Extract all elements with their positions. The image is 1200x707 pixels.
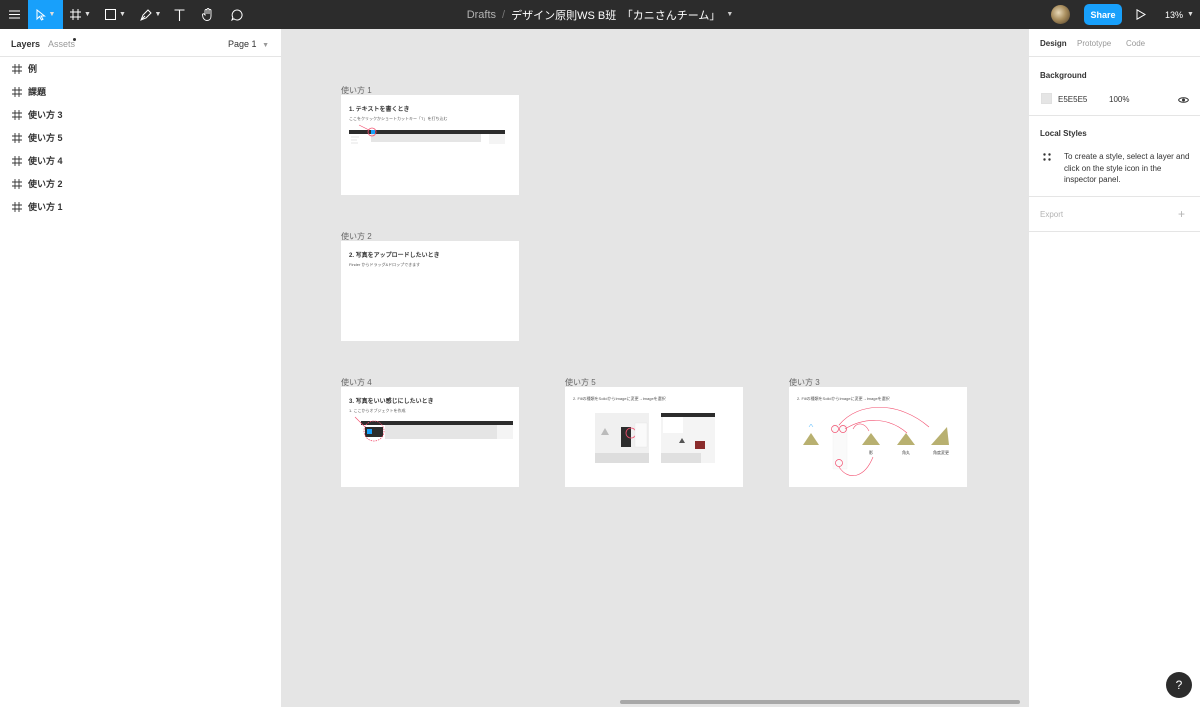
layer-label: 例 [28,64,38,74]
text-tool-button[interactable] [168,0,190,29]
layer-item[interactable]: 例 [0,57,281,80]
tab-layers[interactable]: Layers [11,39,40,49]
add-export-plus-icon[interactable]: + [1178,208,1185,220]
layer-item[interactable]: 使い方 5 [0,126,281,149]
move-tool-button[interactable]: ▼ [28,0,63,29]
shape-tool-button[interactable]: ▼ [98,0,133,29]
page-selector[interactable]: Page 1 ▼ [228,39,269,49]
unsaved-dot-icon [73,38,76,41]
chevron-down-icon: ▼ [48,11,56,18]
tab-design[interactable]: Design [1040,39,1067,48]
export-title: Export [1040,210,1064,219]
export-section: Export + [1029,197,1200,232]
frame-usage-4[interactable]: 3. 写真をいい感じにしたいとき 1. ここからオブジェクトを作成 [341,387,519,487]
layer-label: 使い方 3 [28,110,63,120]
comment-tool-button[interactable] [225,0,249,29]
frame-icon [12,155,22,166]
left-panel-tabs: Layers Assets Page 1 ▼ [0,29,281,57]
chevron-down-icon: ▼ [119,11,126,18]
main-menu-button[interactable] [0,0,28,29]
pen-icon [139,8,152,21]
tab-prototype[interactable]: Prototype [1077,39,1111,48]
frame-tool-button[interactable]: ▼ [63,0,98,29]
chevron-down-icon: ▼ [1187,11,1194,18]
caption-rounded: 角丸 [902,450,910,455]
share-button[interactable]: Share [1084,4,1122,25]
page-name: Page 1 [228,39,257,49]
inspector-panel: Design Prototype Code Background E5E5E5 … [1028,29,1200,707]
toolbar: ▼ ▼ ▼ ▼ Drafts / デザイン原則WS B班 「カニさんチーム」 ▼… [0,0,1200,29]
layer-item[interactable]: 使い方 3 [0,103,281,126]
layers-panel: Layers Assets Page 1 ▼ 例 課題 使い方 3 使い方 5 … [0,29,282,707]
help-button[interactable]: ? [1166,672,1192,698]
layer-label: 使い方 2 [28,179,63,189]
tab-assets[interactable]: Assets [48,39,75,49]
layer-item[interactable]: 使い方 4 [0,149,281,172]
frame-icon [12,201,22,212]
background-title: Background [1040,71,1087,80]
chevron-down-icon: ▼ [262,42,269,49]
horizontal-scrollbar[interactable] [620,700,1020,704]
frame-icon [12,132,22,143]
layer-label: 使い方 5 [28,133,63,143]
background-swatch[interactable] [1041,93,1052,104]
comment-icon [231,8,243,21]
frame-icon [12,63,22,74]
cursor-icon [36,8,46,21]
zoom-level: 13% [1165,9,1184,20]
styles-grid-icon [1043,153,1051,161]
breadcrumb-drafts[interactable]: Drafts [467,9,496,21]
canvas[interactable]: 使い方 1 1. テキストを書くとき ここをクリックかショートカットキー「T」を… [282,29,1028,707]
eye-icon[interactable] [1178,96,1189,104]
hand-tool-button[interactable] [196,0,220,29]
text-icon [174,8,184,21]
rectangle-icon [105,9,117,20]
layer-item[interactable]: 使い方 2 [0,172,281,195]
zoom-control[interactable]: 13% ▼ [1165,0,1194,29]
screenshot-thumbnail [354,416,513,442]
frame-usage-5[interactable]: 2. Fillの種類をSolidからImageに変更→Imageを選択 [565,387,743,487]
file-name[interactable]: デザイン原則WS B班 「カニさんチーム」 [511,7,720,23]
layer-label: 使い方 1 [28,202,63,212]
hand-icon [202,8,212,21]
frame-usage-2[interactable]: 2. 写真をアップロードしたいとき Finder からドラッグ&ドロップできます [341,241,519,341]
local-styles-help: To create a style, select a layer and cl… [1064,152,1190,184]
hamburger-icon [8,10,20,19]
present-play-icon[interactable] [1136,9,1146,20]
frame-subtext: Finder からドラッグ&ドロップできます [349,262,421,267]
frame-icon [12,109,22,120]
pen-tool-button[interactable]: ▼ [133,0,168,29]
screenshot-thumbnail [349,124,505,144]
screenshot-thumbnail [595,413,715,463]
layer-label: 使い方 4 [28,156,63,166]
local-styles-section: Local Styles To create a style, select a… [1029,116,1200,197]
pyramid-illustration [803,407,949,476]
local-styles-title: Local Styles [1040,129,1087,138]
layer-item[interactable]: 使い方 1 [0,195,281,218]
background-section: Background E5E5E5 100% [1029,58,1200,116]
background-hex[interactable]: E5E5E5 [1058,95,1087,104]
caption-rotate: 角度変更 [933,450,949,455]
frame-icon [12,178,22,189]
right-panel-tabs: Design Prototype Code [1029,29,1200,57]
frame-heading: 2. 写真をアップロードしたいとき [349,253,440,259]
frame-usage-3[interactable]: 2. Fillの種類をSolidからImageに変更→Imageを選択 影 角丸… [789,387,967,487]
chevron-down-icon: ▼ [84,11,91,18]
frame-icon [70,9,82,20]
caption-shadow: 影 [869,450,873,455]
layer-label: 課題 [28,87,47,97]
chevron-down-icon: ▼ [154,11,162,18]
layer-item[interactable]: 課題 [0,80,281,103]
frame-icon [12,86,22,97]
avatar[interactable] [1051,5,1070,24]
tab-code[interactable]: Code [1126,39,1145,48]
background-opacity[interactable]: 100% [1109,95,1129,104]
chevron-down-icon[interactable]: ▼ [726,11,733,18]
breadcrumb-separator: / [502,8,506,21]
frame-usage-1[interactable]: 1. テキストを書くとき ここをクリックかショートカットキー「T」を打ち込む [341,95,519,195]
